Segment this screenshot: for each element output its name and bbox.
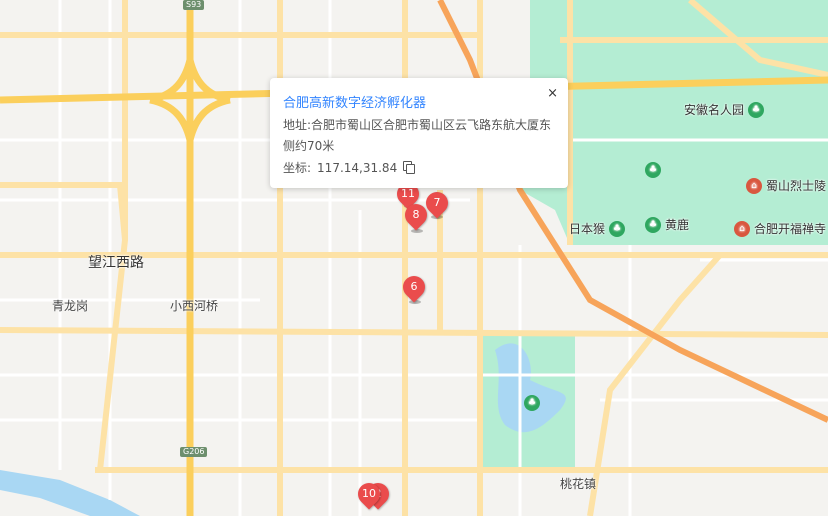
map-marker-6[interactable]: 6 (398, 271, 430, 303)
map-marker-10[interactable]: 10 (353, 478, 385, 510)
park-icon: ♣ (748, 101, 765, 118)
address-label: 地址: (283, 118, 312, 132)
close-icon[interactable]: × (547, 86, 558, 101)
popup-coordinates: 坐标: 117.14,31.84 (283, 159, 416, 176)
route-shield-g206: G206 (180, 447, 208, 457)
coord-label: 坐标: (283, 161, 312, 175)
map-canvas[interactable]: S93 G206 望江西路 青龙岗 小西河桥 桃花镇 安徽名人园 ♣ ⌂ 蜀山烈… (0, 0, 828, 516)
poi-label: 日本猴 (569, 222, 606, 236)
poi-label: 蜀山烈士陵 (766, 179, 827, 193)
poi-shushan-martyrs-cemetery[interactable]: ⌂ 蜀山烈士陵 (746, 177, 826, 194)
poi-japanese-macaque[interactable]: 日本猴 ♣ (569, 220, 626, 237)
park-icon: ♣ (645, 162, 661, 178)
place-label-qinglonggang: 青龙岗 (52, 299, 89, 313)
popup-address: 地址:合肥市蜀山区合肥市蜀山区云飞路东航大厦东侧约70米 (283, 115, 553, 157)
road-label-wangjiang: 望江西路 (88, 255, 144, 271)
poi-anhui-celebrity-park[interactable]: 安徽名人园 ♣ (684, 101, 765, 118)
park-icon: ♣ (524, 395, 540, 411)
poi-park[interactable]: ♣ (645, 162, 665, 178)
place-label-xiaoxihe-bridge: 小西河桥 (170, 299, 219, 313)
poi-fallow-deer[interactable]: ♣ 黄鹿 (645, 216, 689, 233)
route-shield-s93: S93 (183, 0, 205, 10)
address-value: 合肥市蜀山区合肥市蜀山区云飞路东航大厦东侧约70米 (283, 118, 552, 153)
copy-icon[interactable] (403, 161, 416, 174)
place-label-taohua-town: 桃花镇 (560, 477, 597, 491)
park-icon: ♣ (609, 220, 626, 237)
temple-icon: ⌂ (746, 177, 762, 194)
poi-label: 合肥开福禅寺 (754, 222, 827, 236)
marker-shadow (411, 229, 423, 233)
map-marker-8[interactable]: 8 (400, 199, 432, 231)
popup-title-link[interactable]: 合肥高新数字经济孵化器 (283, 92, 426, 111)
poi-label: 黄鹿 (665, 218, 690, 232)
poi-kaifu-temple[interactable]: ⌂ 合肥开福禅寺 (734, 220, 826, 237)
poi-park[interactable]: ♣ (524, 395, 544, 411)
location-info-popup: 合肥高新数字经济孵化器 × 地址:合肥市蜀山区合肥市蜀山区云飞路东航大厦东侧约7… (270, 78, 568, 188)
poi-label: 安徽名人园 (684, 103, 745, 117)
temple-icon: ⌂ (734, 220, 750, 237)
coord-value: 117.14,31.84 (317, 160, 398, 175)
park-icon: ♣ (645, 216, 661, 233)
